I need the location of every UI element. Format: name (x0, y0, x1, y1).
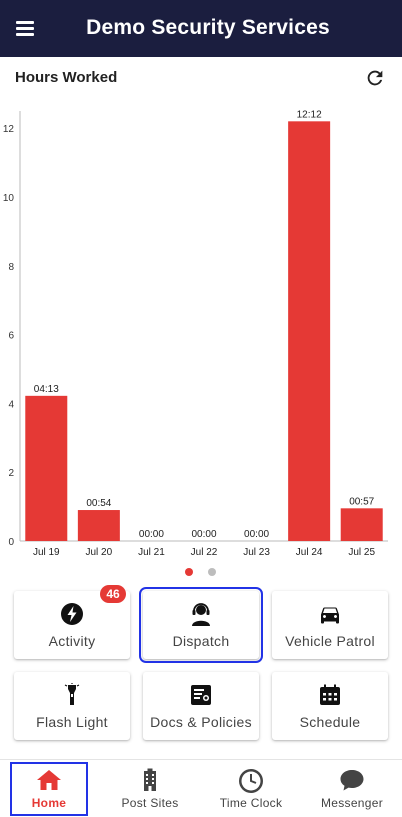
pager-dot-1[interactable] (185, 568, 193, 576)
activity-tile[interactable]: Activity 46 (14, 585, 130, 659)
x-tick-label: Jul 19 (33, 547, 60, 558)
data-label: 00:00 (139, 529, 164, 540)
chart-header: Hours Worked (0, 57, 402, 101)
lightning-bolt-icon (14, 602, 130, 626)
nav-label: Home (31, 796, 67, 810)
x-tick-label: Jul 24 (296, 547, 323, 558)
y-tick-label: 6 (8, 331, 14, 342)
dispatcher-headset-icon (143, 602, 259, 626)
chart-pager (0, 568, 402, 578)
home-icon (8, 768, 90, 794)
y-tick-label: 4 (8, 399, 14, 410)
data-label: 00:00 (191, 529, 216, 540)
x-tick-label: Jul 21 (138, 547, 165, 558)
tile-label: Activity (48, 633, 96, 649)
chat-bubble-icon (308, 768, 396, 794)
app-title: Demo Security Services (86, 16, 330, 39)
tile-label: Schedule (299, 714, 361, 730)
data-label: 12:12 (297, 109, 322, 120)
data-label: 00:57 (349, 496, 374, 507)
nav-label: Messenger (320, 796, 384, 810)
tile-label: Flash Light (36, 714, 108, 730)
x-tick-label: Jul 23 (243, 547, 270, 558)
nav-label: Time Clock (219, 796, 283, 810)
pager-dot-2[interactable] (208, 568, 216, 576)
docs-policies-tile[interactable]: Docs & Policies (143, 672, 259, 740)
calendar-icon (272, 683, 388, 707)
data-label: 00:00 (244, 529, 269, 540)
schedule-tile[interactable]: Schedule (272, 672, 388, 740)
x-tick-label: Jul 25 (348, 547, 375, 558)
y-tick-label: 8 (8, 262, 14, 273)
tile-label: Docs & Policies (150, 714, 252, 730)
nav-messenger[interactable]: Messenger (308, 760, 396, 817)
nav-post-sites[interactable]: Post Sites (105, 760, 195, 817)
bar-jul-25 (340, 508, 383, 541)
nav-label: Post Sites (121, 796, 179, 810)
bar-chart: 0 2 4 6 8 10 12 04:13 Jul 19 00:54 Jul 20 00:00 Jul … (3, 109, 388, 558)
x-tick-label: Jul 20 (86, 547, 113, 558)
nav-home[interactable]: Home (8, 760, 90, 817)
building-icon (105, 768, 195, 794)
tile-label: Vehicle Patrol (285, 633, 375, 649)
hours-worked-chart: 0 2 4 6 8 10 12 04:13 Jul 19 00:54 Jul 20 00:00 Jul … (0, 101, 402, 565)
x-tick-label: Jul 22 (191, 547, 218, 558)
car-icon (272, 602, 388, 626)
data-label: 00:54 (86, 498, 111, 509)
clock-icon (206, 768, 296, 794)
document-icon (143, 683, 259, 707)
flashlight-icon (14, 683, 130, 707)
y-tick-label: 0 (8, 537, 14, 548)
bottom-navigation: Home Post Sites Time Clock Messenger (0, 759, 402, 817)
chart-title: Hours Worked (15, 69, 118, 86)
y-tick-label: 2 (8, 468, 14, 479)
bar-jul-20 (77, 510, 120, 541)
app-bar: Demo Security Services (0, 0, 402, 57)
refresh-icon[interactable] (364, 67, 386, 89)
bar-jul-24 (288, 121, 331, 541)
vehicle-patrol-tile[interactable]: Vehicle Patrol (272, 591, 388, 659)
flash-light-tile[interactable]: Flash Light (14, 672, 130, 740)
dispatch-tile[interactable]: Dispatch (139, 587, 263, 663)
nav-time-clock[interactable]: Time Clock (206, 760, 296, 817)
y-tick-label: 12 (3, 124, 15, 135)
data-label: 04:13 (34, 384, 59, 395)
tile-label: Dispatch (172, 633, 230, 649)
bar-jul-19 (25, 395, 68, 541)
notification-badge: 46 (100, 585, 126, 603)
y-tick-label: 10 (3, 193, 15, 204)
